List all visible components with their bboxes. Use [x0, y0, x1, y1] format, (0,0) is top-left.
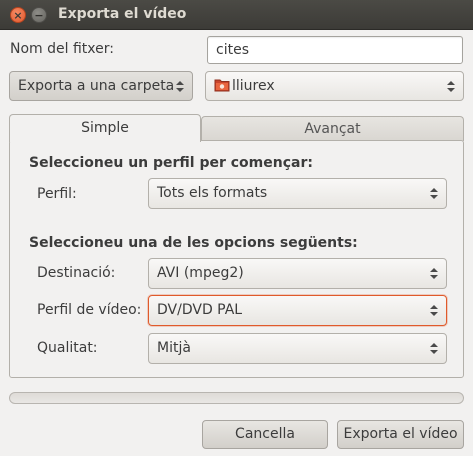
updown-arrows-icon: [430, 304, 438, 317]
quality-label: Qualitat:: [37, 340, 98, 356]
updown-arrows-icon: [176, 80, 184, 93]
updown-arrows-icon: [430, 187, 438, 200]
quality-value: Mitjà: [157, 340, 191, 356]
profile-select[interactable]: Tots els formats: [148, 178, 447, 209]
window-title: Exporta el vídeo: [58, 6, 187, 22]
video-profile-label: Perfil de vídeo:: [37, 302, 142, 318]
tab-simple[interactable]: Simple: [9, 114, 201, 142]
folder-icon: [214, 74, 230, 100]
filename-input[interactable]: cites: [207, 36, 463, 64]
export-video-button[interactable]: Exporta el vídeo: [337, 420, 464, 449]
profile-value: Tots els formats: [157, 185, 268, 201]
tab-advanced[interactable]: Avançat: [201, 116, 464, 141]
destination-select[interactable]: AVI (mpeg2): [148, 258, 447, 289]
export-mode-value: Exporta a una carpeta: [18, 78, 175, 94]
close-window-button[interactable]: ×: [10, 7, 26, 23]
close-icon: ×: [13, 8, 23, 22]
minimize-window-button[interactable]: −: [31, 7, 47, 23]
profile-label: Perfil:: [37, 186, 77, 202]
minimize-icon: −: [34, 8, 44, 22]
profile-section-heading: Seleccioneu un perfil per començar:: [29, 155, 313, 171]
updown-arrows-icon: [447, 80, 455, 93]
destination-value: AVI (mpeg2): [157, 265, 244, 281]
destination-label: Destinació:: [37, 265, 116, 281]
updown-arrows-icon: [430, 342, 438, 355]
filename-label: Nom del fitxer:: [10, 41, 114, 57]
updown-arrows-icon: [430, 267, 438, 280]
options-section-heading: Seleccioneu una de les opcions següents:: [29, 235, 358, 251]
video-profile-select[interactable]: DV/DVD PAL: [148, 295, 447, 326]
export-progress-bar: [9, 392, 464, 404]
folder-select[interactable]: lliurex: [205, 71, 464, 101]
cancel-button[interactable]: Cancella: [202, 420, 328, 449]
export-mode-select[interactable]: Exporta a una carpeta: [9, 71, 193, 101]
video-profile-value: DV/DVD PAL: [157, 302, 243, 318]
title-bar: × − Exporta el vídeo: [0, 0, 473, 30]
quality-select[interactable]: Mitjà: [148, 333, 447, 364]
folder-value: lliurex: [232, 78, 275, 94]
